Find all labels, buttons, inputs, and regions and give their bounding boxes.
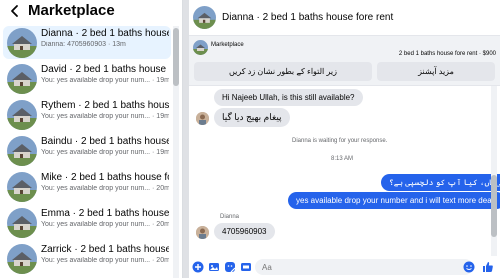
listing-thumbnail xyxy=(7,64,37,94)
panel-title: Marketplace xyxy=(28,2,115,19)
message-composer xyxy=(189,256,500,278)
conversation-name: Emma · 2 bed 1 baths house fore rent xyxy=(41,208,169,219)
sender-name: Dianna xyxy=(220,214,240,220)
back-arrow-icon[interactable] xyxy=(7,3,23,19)
listing-thumbnail xyxy=(7,28,37,58)
conversation-name: Dianna · 2 bed 1 baths house fore rent xyxy=(41,28,169,39)
marketplace-label: Marketplace xyxy=(211,42,244,48)
conversation-item[interactable]: Mike · 2 bed 1 baths house fore rent You:… xyxy=(3,170,171,203)
conversation-item[interactable]: Rythem · 2 bed 1 baths house fore rent Yo… xyxy=(3,98,171,131)
conversation-preview: You: yes available drop your num... · 19… xyxy=(41,113,169,120)
conversation-name: Baindu · 2 bed 1 baths house fore rent xyxy=(41,136,169,147)
more-options-button[interactable]: مزید آپشنز xyxy=(377,62,495,81)
thread-scroll-thumb[interactable] xyxy=(491,175,497,237)
mark-as-pending-button[interactable]: زیر التواء کے بطور نشان زد کریں xyxy=(194,62,372,81)
listing-thumbnail xyxy=(7,208,37,238)
conversation-item[interactable]: Baindu · 2 bed 1 baths house fore rent Yo… xyxy=(3,134,171,167)
conversation-preview: Dianna: 4705960903 · 13m xyxy=(41,41,126,48)
conversation-name: Mike · 2 bed 1 baths house fore rent xyxy=(41,172,169,183)
message-timestamp: 8:13 AM xyxy=(331,156,354,162)
chat-header: Dianna · 2 bed 1 baths house fore rent xyxy=(189,0,500,36)
panel-header: Marketplace xyxy=(0,0,182,24)
message-bubble-incoming: 4705960903 xyxy=(214,223,275,240)
conversation-item[interactable]: David · 2 bed 1 baths house fore rent You… xyxy=(3,62,171,95)
conversation-list-panel: Marketplace Dianna · 2 bed 1 baths house… xyxy=(0,0,183,278)
message-bubble-outgoing: yes available drop your number and i wil… xyxy=(288,192,500,209)
chat-title[interactable]: Dianna · 2 bed 1 baths house fore rent xyxy=(222,12,393,23)
listing-thumbnail xyxy=(7,136,37,166)
message-bubble-incoming: Hi Najeeb Ullah, is this still available… xyxy=(214,89,363,106)
listing-thumbnail xyxy=(7,172,37,202)
waiting-notice: Dianna is waiting for your response. xyxy=(292,138,388,144)
conversation-preview: You: yes available drop your num... · 20… xyxy=(41,185,169,192)
plus-icon[interactable] xyxy=(192,261,204,273)
listing-thumbnail xyxy=(7,100,37,130)
listing-thumbnail xyxy=(7,244,37,274)
sticker-icon[interactable] xyxy=(224,261,236,273)
conversation-name: Zarrick · 2 bed 1 baths house fore rent xyxy=(41,244,169,255)
image-icon[interactable] xyxy=(208,261,220,273)
message-thread: Hi Najeeb Ullah, is this still available… xyxy=(189,86,500,256)
sender-avatar[interactable] xyxy=(196,226,209,239)
conversation-preview: You: yes available drop your num... · 20… xyxy=(41,221,169,228)
listing-title-price[interactable]: 2 bed 1 baths house fore rent · $900 xyxy=(399,51,496,57)
message-bubble-outgoing: جی ہاں، کیا آپ کو دلچسپی ہے؟ xyxy=(381,174,500,191)
listing-avatar[interactable] xyxy=(193,6,216,29)
conversation-preview: You: yes available drop your num... · 19… xyxy=(41,77,169,84)
thumbs-up-icon[interactable] xyxy=(482,261,494,273)
emoji-icon[interactable] xyxy=(463,261,475,273)
listing-thumbnail[interactable] xyxy=(193,40,208,55)
gif-icon[interactable] xyxy=(240,261,252,273)
conversation-item[interactable]: Zarrick · 2 bed 1 baths house fore rent Y… xyxy=(3,242,171,275)
sender-avatar[interactable] xyxy=(196,112,209,125)
conversation-item[interactable]: Emma · 2 bed 1 baths house fore rent You:… xyxy=(3,206,171,239)
message-input[interactable] xyxy=(255,259,473,275)
marketplace-listing-bar: Marketplace 2 bed 1 baths house fore ren… xyxy=(189,36,500,86)
conversation-item[interactable]: Dianna · 2 bed 1 baths house fore rent Di… xyxy=(3,26,171,59)
conversation-preview: You: yes available drop your num... · 19… xyxy=(41,149,169,156)
conversation-name: Rythem · 2 bed 1 baths house fore rent xyxy=(41,100,169,111)
chat-panel: Dianna · 2 bed 1 baths house fore rent M… xyxy=(189,0,500,278)
conversation-scroll-thumb[interactable] xyxy=(173,28,179,86)
conversation-preview: You: yes available drop your num... · 20… xyxy=(41,257,169,264)
message-bubble-incoming: پیغام بھیج دیا گیا xyxy=(214,108,290,127)
conversation-name: David · 2 bed 1 baths house fore rent xyxy=(41,64,169,75)
